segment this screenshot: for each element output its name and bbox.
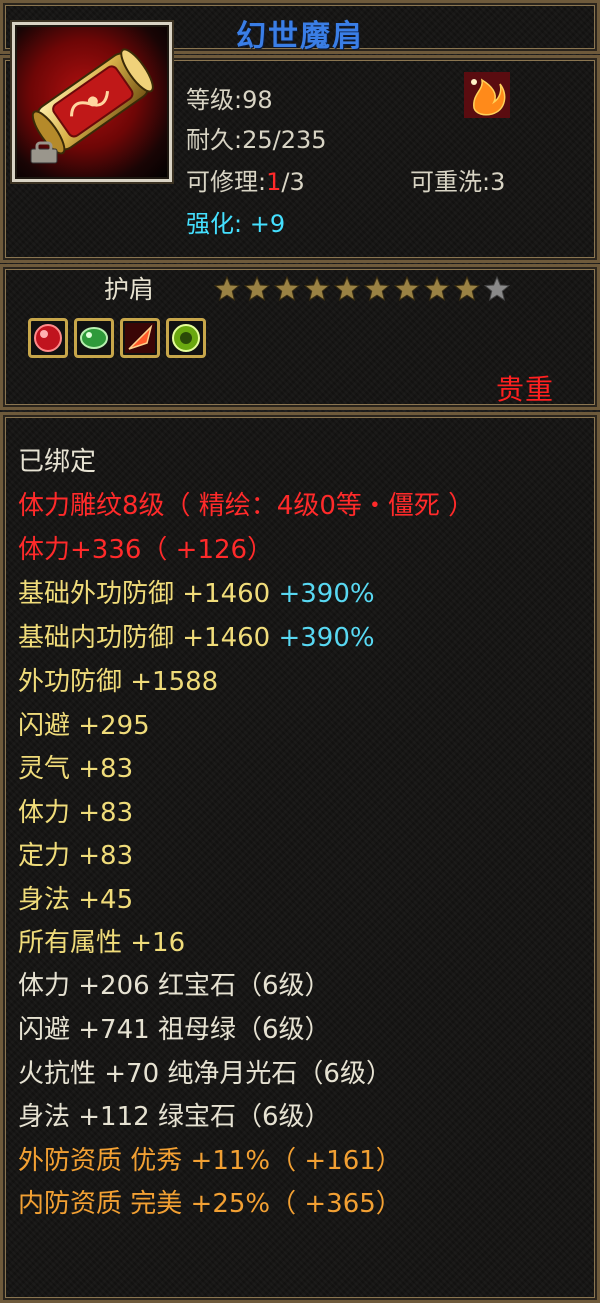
item-icon-frame[interactable] (12, 22, 172, 182)
engrave-line: 体力雕纹8级（ 精绘：4级0等・僵死 ） (18, 491, 475, 521)
ext-quality-line: 外防资质 优秀 +11%（ +161） (18, 1146, 402, 1176)
star-empty-icon (484, 276, 510, 302)
star-filled-icon (274, 276, 300, 302)
gem-line-1: 体力 +206 红宝石（6级） (18, 971, 331, 1001)
item-rewash: 可重洗:3 (410, 168, 506, 196)
bound-status: 已绑定 (18, 447, 97, 477)
stamina-line: 体力 +83 (18, 798, 134, 828)
lock-icon (30, 141, 58, 164)
focus-line: 定力 +83 (18, 841, 134, 871)
red-gem-icon[interactable] (28, 318, 68, 358)
spirit-line: 灵气 +83 (18, 754, 134, 784)
star-filled-icon (334, 276, 360, 302)
fire-buff-icon[interactable] (464, 72, 510, 118)
lime-gem-icon[interactable] (166, 318, 206, 358)
item-enhance: 强化: +9 (186, 210, 286, 238)
base-int-def-line: 基础内功防御 +1460 +390% (18, 623, 375, 653)
all-attr-line: 所有属性 +16 (18, 928, 186, 958)
item-durability: 耐久:25/235 (186, 126, 327, 154)
dodge-line: 闪避 +295 (18, 711, 150, 741)
gem-line-3: 火抗性 +70 纯净月光石（6级） (18, 1059, 392, 1089)
base-ext-def-line: 基础外功防御 +1460 +390% (18, 579, 375, 609)
gem-line-4: 身法 +112 绿宝石（6级） (18, 1102, 331, 1132)
star-rating (214, 276, 510, 302)
star-filled-icon (394, 276, 420, 302)
star-filled-icon (304, 276, 330, 302)
int-quality-line: 内防资质 完美 +25%（ +365） (18, 1189, 402, 1219)
stamina-bonus-line: 体力+336（ +126） (18, 535, 274, 565)
green-gem-icon[interactable] (74, 318, 114, 358)
quality-label: 贵重 (496, 373, 555, 406)
gem-line-2: 闪避 +741 祖母绿（6级） (18, 1015, 331, 1045)
ext-def-line: 外功防御 +1588 (18, 667, 219, 697)
star-filled-icon (364, 276, 390, 302)
star-filled-icon (214, 276, 240, 302)
socket-gems (28, 318, 206, 358)
star-filled-icon (424, 276, 450, 302)
fire-gem-icon[interactable] (120, 318, 160, 358)
star-filled-icon (454, 276, 480, 302)
star-filled-icon (244, 276, 270, 302)
agility-line: 身法 +45 (18, 885, 134, 915)
item-type: 护肩 (104, 275, 155, 304)
item-level: 等级:98 (186, 86, 273, 114)
item-repair: 可修理:1/3 (186, 168, 305, 196)
